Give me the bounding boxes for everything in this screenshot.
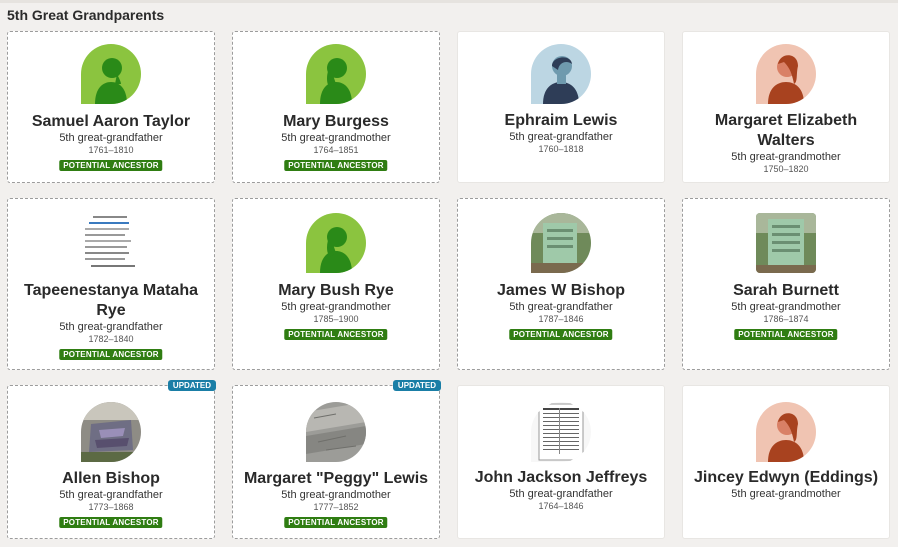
life-years: 1761–1810 xyxy=(88,145,134,155)
ancestor-name[interactable]: John Jackson Jeffreys xyxy=(466,468,656,488)
avatar xyxy=(306,44,366,104)
avatar xyxy=(756,402,816,462)
potential-ancestor-badge: POTENTIAL ANCESTOR xyxy=(59,160,163,171)
ancestor-name[interactable]: Jincey Edwyn (Eddings) xyxy=(691,468,881,488)
updated-badge: UPDATED xyxy=(392,380,441,391)
life-years: 1786–1874 xyxy=(763,314,809,324)
ancestor-name[interactable]: James W Bishop xyxy=(466,281,656,301)
ancestor-name[interactable]: Ephraim Lewis xyxy=(466,111,656,131)
ancestor-card[interactable]: James W Bishop 5th great-grandfather 178… xyxy=(457,198,665,370)
potential-ancestor-badge: POTENTIAL ANCESTOR xyxy=(284,160,388,171)
ancestor-card[interactable]: Mary Bush Rye 5th great-grandmother 1785… xyxy=(232,198,440,370)
relationship: 5th great-grandfather xyxy=(509,488,613,500)
relationship: 5th great-grandmother xyxy=(731,151,841,163)
life-years: 1777–1852 xyxy=(313,502,359,512)
ancestor-card[interactable]: Jincey Edwyn (Eddings) 5th great-grandmo… xyxy=(682,385,890,539)
potential-ancestor-badge: POTENTIAL ANCESTOR xyxy=(59,349,163,360)
relationship: 5th great-grandmother xyxy=(281,301,391,313)
life-years: 1750–1820 xyxy=(763,164,809,174)
avatar xyxy=(81,44,141,104)
avatar xyxy=(306,402,366,462)
potential-ancestor-badge: POTENTIAL ANCESTOR xyxy=(509,329,613,340)
top-divider xyxy=(0,0,898,3)
life-years: 1782–1840 xyxy=(88,334,134,344)
avatar xyxy=(756,44,816,104)
relationship: 5th great-grandfather xyxy=(59,132,163,144)
ancestor-card[interactable]: UPDATED Margaret "Peggy" Lewis 5th great… xyxy=(232,380,441,539)
potential-ancestor-badge: POTENTIAL ANCESTOR xyxy=(59,517,163,528)
avatar xyxy=(531,402,591,462)
ancestor-card[interactable]: UPDATED Allen Bishop 5th great-grandfath… xyxy=(7,380,216,539)
avatar xyxy=(531,213,591,273)
relationship: 5th great-grandfather xyxy=(59,321,163,333)
avatar xyxy=(531,44,591,104)
relationship: 5th great-grandfather xyxy=(509,131,613,143)
avatar xyxy=(756,213,816,273)
avatar xyxy=(81,402,141,462)
life-years: 1764–1846 xyxy=(538,501,584,511)
updated-badge: UPDATED xyxy=(167,380,216,391)
potential-ancestor-badge: POTENTIAL ANCESTOR xyxy=(734,329,838,340)
ancestor-card[interactable]: Mary Burgess 5th great-grandmother 1764–… xyxy=(232,31,440,183)
ancestor-card[interactable]: Ephraim Lewis 5th great-grandfather 1760… xyxy=(457,31,665,183)
relationship: 5th great-grandmother xyxy=(731,488,841,500)
ancestor-name[interactable]: Margaret Elizabeth Walters xyxy=(691,111,881,151)
ancestor-name[interactable]: Allen Bishop xyxy=(16,469,206,489)
ancestor-name[interactable]: Samuel Aaron Taylor xyxy=(16,112,206,132)
ancestor-name[interactable]: Mary Bush Rye xyxy=(241,281,431,301)
ancestor-card[interactable]: Samuel Aaron Taylor 5th great-grandfathe… xyxy=(7,31,215,183)
relationship: 5th great-grandfather xyxy=(59,489,163,501)
relationship: 5th great-grandmother xyxy=(731,301,841,313)
relationship: 5th great-grandfather xyxy=(509,301,613,313)
avatar xyxy=(81,213,141,273)
ancestor-card[interactable]: Sarah Burnett 5th great-grandmother 1786… xyxy=(682,198,890,370)
ancestor-card[interactable]: John Jackson Jeffreys 5th great-grandfat… xyxy=(457,385,665,539)
potential-ancestor-badge: POTENTIAL ANCESTOR xyxy=(284,329,388,340)
life-years: 1785–1900 xyxy=(313,314,359,324)
ancestor-card[interactable]: Tapeenestanya Mataha Rye 5th great-grand… xyxy=(7,198,215,370)
life-years: 1764–1851 xyxy=(313,145,359,155)
ancestor-name[interactable]: Tapeenestanya Mataha Rye xyxy=(16,281,206,321)
ancestor-name[interactable]: Margaret "Peggy" Lewis xyxy=(241,469,431,489)
ancestor-name[interactable]: Mary Burgess xyxy=(241,112,431,132)
ancestor-name[interactable]: Sarah Burnett xyxy=(691,281,881,301)
potential-ancestor-badge: POTENTIAL ANCESTOR xyxy=(284,517,388,528)
avatar xyxy=(306,213,366,273)
life-years: 1760–1818 xyxy=(538,144,584,154)
relationship: 5th great-grandmother xyxy=(281,132,391,144)
section-title: 5th Great Grandparents xyxy=(7,7,165,23)
relationship: 5th great-grandmother xyxy=(281,489,391,501)
life-years: 1773–1868 xyxy=(88,502,134,512)
ancestor-card[interactable]: Margaret Elizabeth Walters 5th great-gra… xyxy=(682,31,890,183)
life-years: 1787–1846 xyxy=(538,314,584,324)
